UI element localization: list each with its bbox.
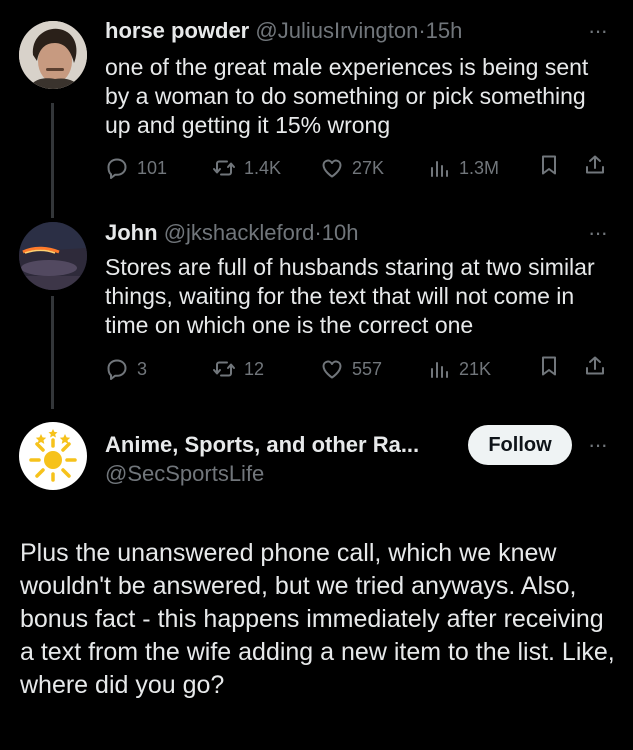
main-tweet-text: Plus the unanswered phone call, which we… xyxy=(20,539,615,699)
like-count: 557 xyxy=(352,359,383,379)
retweet-count: 12 xyxy=(244,359,265,379)
avatar[interactable] xyxy=(19,21,87,89)
views-icon xyxy=(431,161,448,177)
main-author-name-row: Anime, Sports, and other Ra... xyxy=(105,432,419,458)
reply-count: 3 xyxy=(137,359,148,379)
bookmark-icon xyxy=(542,356,556,376)
tweet-text: Stores are full of husbands staring at t… xyxy=(105,254,595,338)
separator-dot: · xyxy=(314,220,322,245)
tweet-actions: 3 12 557 21K xyxy=(105,354,615,384)
reply-count: 101 xyxy=(137,158,168,178)
reply-button[interactable]: 101 xyxy=(105,153,167,183)
separator-dot: · xyxy=(418,18,426,43)
share-icon xyxy=(586,155,604,174)
avatar-photo xyxy=(19,222,87,290)
author-handle[interactable]: @SecSportsLife xyxy=(105,461,264,486)
thread-line xyxy=(51,103,54,218)
view-count: 1.3M xyxy=(459,158,500,178)
more-icon[interactable]: ··· xyxy=(588,222,608,244)
author-name[interactable]: John xyxy=(105,220,158,245)
bookmark-icon xyxy=(542,155,556,175)
retweet-button[interactable]: 1.4K xyxy=(212,153,281,183)
like-button[interactable]: 557 xyxy=(320,354,382,384)
view-count: 21K xyxy=(459,359,492,379)
avatar-photo xyxy=(19,21,87,89)
sun-logo-icon xyxy=(19,422,87,490)
timestamp[interactable]: 10h xyxy=(322,220,359,245)
avatar[interactable] xyxy=(19,422,87,490)
timestamp[interactable]: 15h xyxy=(426,18,463,43)
retweet-count: 1.4K xyxy=(244,158,282,178)
more-icon[interactable]: ··· xyxy=(588,434,608,456)
share-button[interactable] xyxy=(583,354,607,378)
author-handle[interactable]: @JuliusIrvington xyxy=(255,18,418,43)
views-button[interactable]: 21K xyxy=(427,354,491,384)
share-button[interactable] xyxy=(583,153,607,177)
follow-button[interactable]: Follow xyxy=(468,425,572,465)
avatar[interactable] xyxy=(19,222,87,290)
views-button[interactable]: 1.3M xyxy=(427,153,499,183)
retweet-button[interactable]: 12 xyxy=(212,354,264,384)
more-icon[interactable]: ··· xyxy=(588,20,608,42)
main-author-handle-row: @SecSportsLife xyxy=(105,461,264,487)
views-icon xyxy=(431,362,448,378)
retweet-icon xyxy=(213,160,235,176)
share-icon xyxy=(586,356,604,375)
reply-icon xyxy=(107,359,127,380)
retweet-icon xyxy=(213,361,235,377)
author-handle[interactable]: @jkshackleford xyxy=(164,220,315,245)
like-button[interactable]: 27K xyxy=(320,153,384,183)
author-name[interactable]: horse powder xyxy=(105,18,249,43)
author-name[interactable]: Anime, Sports, and other Ra... xyxy=(105,432,419,457)
thread-line xyxy=(51,296,54,409)
reply-button[interactable]: 3 xyxy=(105,354,147,384)
heart-icon xyxy=(322,159,342,178)
tweet-header: horse powder @JuliusIrvington·15h xyxy=(105,18,462,44)
like-count: 27K xyxy=(352,158,385,178)
reply-icon xyxy=(107,158,127,179)
tweet-text: one of the great male experiences is bei… xyxy=(105,54,589,138)
bookmark-button[interactable] xyxy=(537,354,561,378)
bookmark-button[interactable] xyxy=(537,153,561,177)
tweet-actions: 101 1.4K 27K 1.3M xyxy=(105,153,615,183)
tweet-header: John @jkshackleford·10h xyxy=(105,220,358,246)
heart-icon xyxy=(322,360,342,379)
